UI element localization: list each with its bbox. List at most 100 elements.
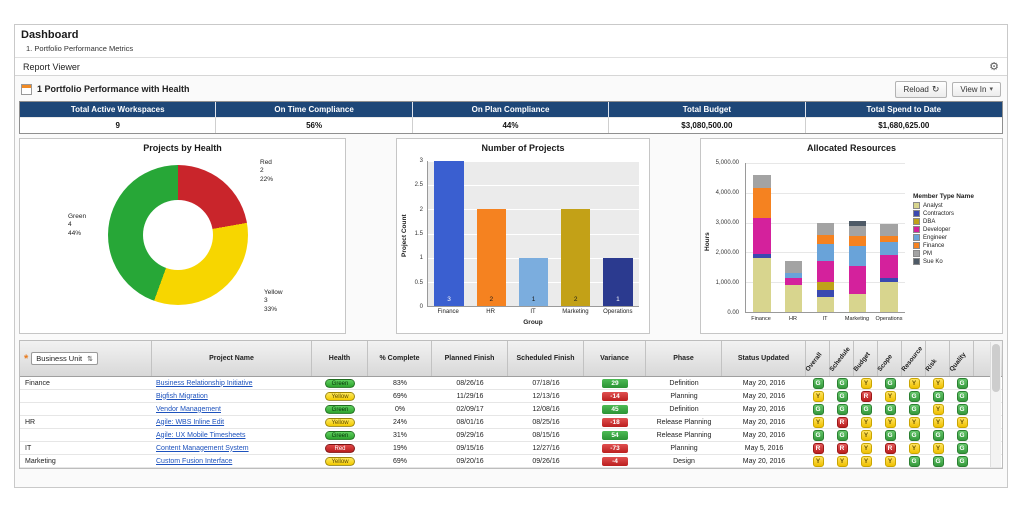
column-header-rotated[interactable]: Schedule [828, 341, 854, 376]
status-indicator: G [956, 377, 968, 389]
stack-bar-marketing[interactable] [848, 163, 867, 312]
status-indicator: Y [860, 377, 872, 389]
stack-bar-it[interactable] [816, 163, 835, 312]
kpi-value: $1,680,625.00 [805, 117, 1002, 133]
column-header[interactable]: Variance [584, 341, 646, 376]
reload-icon: ↻ [931, 83, 940, 94]
stack-segment-pm [816, 222, 835, 235]
legend-swatch [913, 242, 920, 249]
column-header[interactable]: Project Name [152, 341, 312, 376]
table-row: IT Content Management System Red 19% 09/15/1… [20, 442, 1002, 455]
stack-bar-finance[interactable] [753, 163, 771, 312]
health-badge: Yellow [325, 456, 355, 466]
column-header[interactable]: Scheduled Finish [508, 341, 584, 376]
gear-icon[interactable]: ⚙ [989, 60, 999, 73]
column-header-rotated[interactable]: Budget [852, 341, 878, 376]
health-cell: Yellow [312, 390, 368, 402]
status-updated-cell: May 20, 2016 [742, 405, 786, 413]
variance-badge: -14 [602, 391, 628, 401]
health-badge: Green [325, 404, 355, 414]
indicator-cell: Y [854, 455, 878, 467]
scheduled-finish-cell: 08/25/16 [532, 418, 560, 426]
planned-finish-cell: 09/15/16 [456, 444, 484, 452]
project-name-cell: Agile: WBS Inline Edit [152, 416, 312, 428]
planned-finish-cell: 08/01/16 [456, 418, 484, 426]
bar-marketing[interactable]: 2 [560, 209, 591, 306]
column-header-rotated[interactable]: Risk [924, 341, 950, 376]
kpi-value-row: 9 56% 44% $3,080,500.00 $1,680,625.00 [20, 117, 1002, 133]
column-header-rotated[interactable]: Overall [804, 341, 830, 376]
x-axis-title: Group [523, 319, 543, 326]
project-link[interactable]: Custom Fusion Interface [156, 458, 232, 465]
variance-cell: -14 [584, 390, 646, 402]
indicator-cell: G [950, 403, 974, 415]
column-header[interactable]: % Complete [368, 341, 432, 376]
legend-label: Analyst [923, 202, 943, 209]
status-indicator: G [860, 403, 872, 415]
bar-value-label: 1 [531, 296, 536, 303]
legend-label: Engineer [923, 234, 948, 241]
indicator-cell: G [830, 377, 854, 389]
column-header[interactable]: Health [312, 341, 368, 376]
health-cell: Yellow [312, 455, 368, 467]
report-viewer-bar: Report Viewer ⚙ [15, 58, 1007, 76]
scheduled-finish-cell: 09/26/16 [532, 457, 560, 465]
phase-cell: Release Planning [656, 418, 712, 426]
column-header[interactable]: Phase [646, 341, 722, 376]
column-header[interactable]: Status Updated [722, 341, 806, 376]
column-header-rotated[interactable]: Scope [876, 341, 902, 376]
bar-it[interactable]: 1 [518, 257, 549, 306]
stack-bar-operations[interactable] [880, 163, 898, 312]
phase-cell: Definition [669, 379, 699, 387]
project-link[interactable]: Content Management System [156, 445, 249, 452]
health-cell: Green [312, 377, 368, 389]
health-cell: Green [312, 429, 368, 441]
planned-finish-cell: 09/20/16 [456, 457, 484, 465]
donut-area: Red 2 22% Green 4 44% Yellow 3 33% [20, 155, 345, 333]
stack-segment-analyst [848, 294, 867, 312]
kpi-summary-table: Total Active Workspaces On Time Complianc… [19, 101, 1003, 134]
project-link[interactable]: Bigfish Migration [156, 393, 208, 400]
status-indicator: G [956, 455, 968, 467]
bar-finance[interactable]: 3 [434, 161, 464, 306]
variance-cell: -18 [584, 416, 646, 428]
indicator-cell: G [830, 390, 854, 402]
business-unit-header-cell: * Business Unit ⇅ [20, 341, 152, 376]
health-badge: Yellow [325, 417, 355, 427]
column-header-rotated[interactable]: Quality [948, 341, 974, 376]
business-unit-select[interactable]: Business Unit ⇅ [31, 352, 99, 365]
filter-icon: * [24, 352, 29, 365]
table-scrollbar[interactable] [990, 342, 1001, 467]
status-indicator: Y [932, 416, 944, 428]
scrollbar-thumb[interactable] [992, 344, 1000, 392]
slice-label-green: Green 4 44% [68, 213, 87, 237]
variance-cell: -4 [584, 455, 646, 467]
project-link[interactable]: Vendor Management [156, 406, 221, 413]
x-tick-label: IT [530, 309, 536, 315]
legend-item: DBA [913, 218, 1001, 225]
project-link[interactable]: Agile: WBS Inline Edit [156, 419, 224, 426]
stack-bar-hr[interactable] [784, 163, 803, 312]
project-link[interactable]: Agile: UX Mobile Timesheets [156, 432, 245, 439]
status-indicator: G [884, 403, 896, 415]
variance-cell: 29 [584, 377, 646, 389]
table-row: Bigfish Migration Yellow 69% 11/29/16 12/13/… [20, 390, 1002, 403]
status-indicator: G [956, 442, 968, 454]
breadcrumb[interactable]: 1. Portfolio Performance Metrics [26, 44, 1001, 53]
view-in-button[interactable]: View In ▾ [952, 81, 1001, 97]
legend-title: Member Type Name [913, 193, 974, 200]
column-header-rotated[interactable]: Resource [900, 341, 926, 376]
stack-plot [745, 163, 905, 313]
bar-hr[interactable]: 2 [476, 209, 507, 306]
column-header[interactable]: Planned Finish [432, 341, 508, 376]
bar-operations[interactable]: 1 [603, 257, 633, 306]
stack-segment-contractors [816, 289, 835, 298]
health-badge: Yellow [325, 391, 355, 401]
y-tick-label: 0 [419, 304, 423, 310]
project-link[interactable]: Business Relationship Initiative [156, 380, 253, 387]
reload-button[interactable]: Reload ↻ [895, 80, 948, 98]
legend-label: Developer [923, 226, 951, 233]
indicator-cell: G [806, 377, 830, 389]
legend-label: PM [923, 250, 932, 257]
stack-segment-engineer [880, 241, 898, 256]
